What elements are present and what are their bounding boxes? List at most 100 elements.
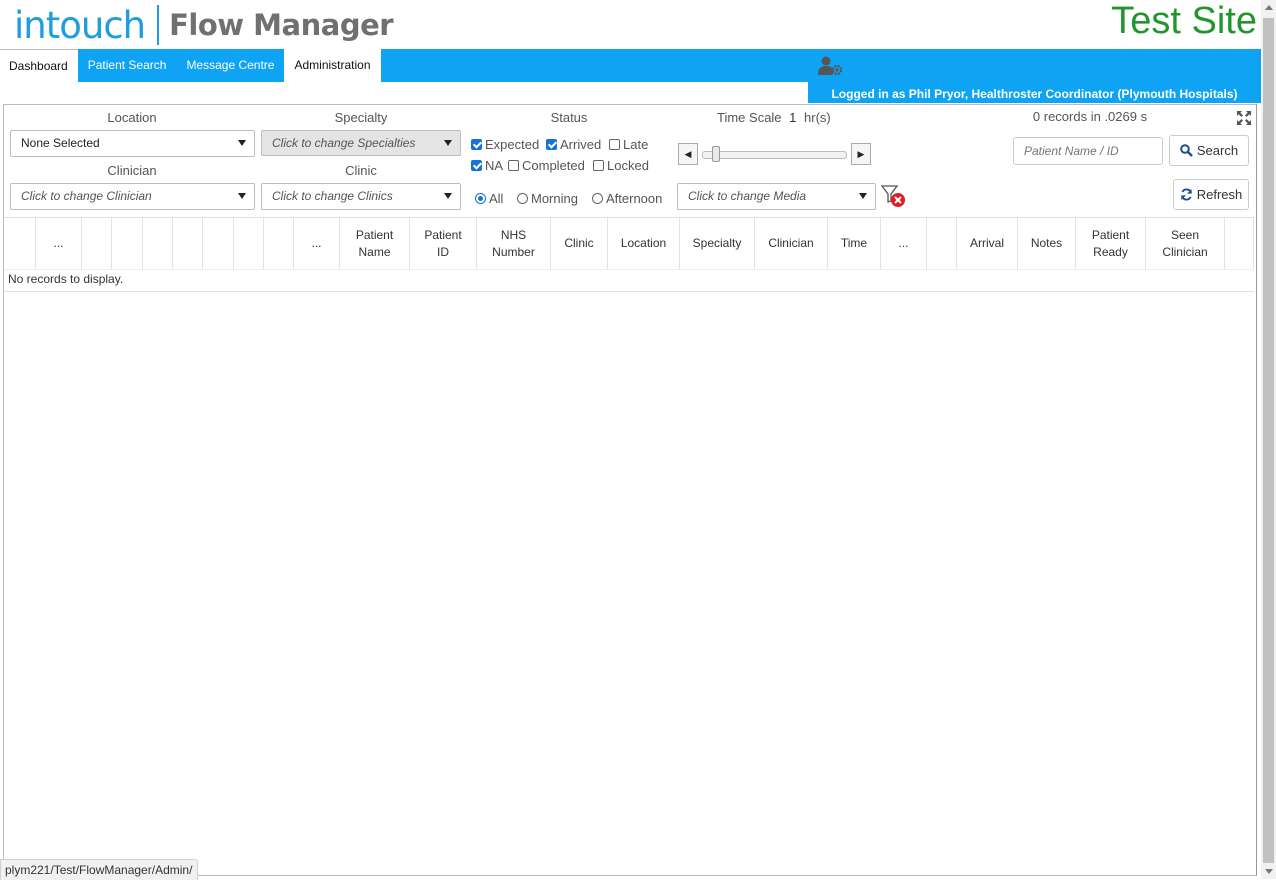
patient-search-input[interactable] — [1013, 137, 1163, 165]
column-header[interactable] — [4, 218, 36, 269]
vertical-scrollbar[interactable] — [1261, 0, 1276, 879]
clinic-dropdown[interactable]: Click to change Clinics — [261, 183, 461, 210]
checkbox-checked-icon — [546, 139, 557, 150]
column-nhs-number[interactable]: NHS Number — [477, 218, 551, 269]
location-label: Location — [107, 110, 157, 125]
period-morning-radio[interactable]: Morning — [517, 191, 578, 206]
time-scale-slider[interactable]: ◀ ▶ — [678, 143, 871, 167]
status-arrived-checkbox[interactable]: Arrived — [546, 137, 601, 152]
column-location[interactable]: Location — [608, 218, 680, 269]
column-arrival[interactable]: Arrival — [957, 218, 1018, 269]
status-locked-checkbox[interactable]: Locked — [593, 158, 649, 173]
location-value: None Selected — [21, 136, 100, 150]
status-na-checkbox[interactable]: NA — [471, 158, 503, 173]
period-afternoon-radio[interactable]: Afternoon — [592, 191, 662, 206]
logo-divider — [157, 5, 160, 45]
tab-message-centre[interactable]: Message Centre — [176, 49, 284, 82]
status-expected-label: Expected — [485, 137, 540, 152]
column-seen-clinician[interactable]: Seen Clinician — [1146, 218, 1225, 269]
location-dropdown[interactable]: None Selected — [10, 130, 255, 157]
column-header[interactable] — [203, 218, 234, 269]
time-scale-label: Time Scale 1 hr(s) — [717, 110, 831, 125]
column-header[interactable]: ... — [36, 218, 82, 269]
specialty-value: Click to change Specialties — [272, 136, 416, 150]
slider-handle[interactable] — [712, 146, 720, 162]
clinic-label: Clinic — [345, 163, 377, 178]
column-clinic[interactable]: Clinic — [551, 218, 608, 269]
column-clinician[interactable]: Clinician — [755, 218, 828, 269]
column-header[interactable]: ... — [881, 218, 927, 269]
column-patient-name[interactable]: Patient Name — [340, 218, 410, 269]
radio-selected-icon — [475, 193, 486, 204]
search-button[interactable]: Search — [1169, 135, 1249, 166]
chevron-down-icon — [238, 193, 246, 199]
column-time[interactable]: Time — [828, 218, 881, 269]
search-icon — [1180, 144, 1193, 157]
status-expected-checkbox[interactable]: Expected — [471, 137, 539, 152]
clear-filter-icon[interactable] — [881, 185, 907, 209]
column-header[interactable] — [1225, 218, 1254, 269]
column-header[interactable] — [112, 218, 143, 269]
period-all-radio[interactable]: All — [475, 191, 503, 206]
product-name: Flow Manager — [169, 8, 394, 42]
status-late-checkbox[interactable]: Late — [609, 137, 648, 152]
clinic-value: Click to change Clinics — [272, 189, 393, 203]
nav-bar: Dashboard Patient Search Message Centre … — [0, 49, 1261, 82]
column-specialty[interactable]: Specialty — [680, 218, 755, 269]
status-late-label: Late — [623, 137, 649, 152]
tab-administration[interactable]: Administration — [284, 49, 381, 82]
refresh-button[interactable]: Refresh — [1173, 179, 1249, 210]
checkbox-checked-icon — [471, 160, 482, 171]
period-all-label: All — [489, 191, 504, 206]
period-afternoon-label: Afternoon — [606, 191, 663, 206]
user-gear-icon[interactable] — [818, 55, 844, 77]
column-header[interactable] — [173, 218, 203, 269]
expand-icon[interactable] — [1236, 110, 1252, 126]
column-patient-ready[interactable]: Patient Ready — [1076, 218, 1146, 269]
checkbox-checked-icon — [471, 139, 482, 150]
status-completed-checkbox[interactable]: Completed — [508, 158, 585, 173]
specialty-label: Specialty — [334, 110, 388, 125]
time-scale-title: Time Scale — [717, 110, 782, 125]
column-header[interactable] — [82, 218, 112, 269]
specialty-dropdown[interactable]: Click to change Specialties — [261, 130, 461, 156]
column-patient-id[interactable]: Patient ID — [410, 218, 477, 269]
slider-right-arrow-icon[interactable]: ▶ — [851, 143, 871, 165]
clinician-label: Clinician — [107, 163, 157, 178]
refresh-icon — [1180, 188, 1192, 201]
empty-grid-message: No records to display. — [8, 272, 124, 286]
refresh-button-label: Refresh — [1196, 187, 1243, 202]
radio-icon — [592, 193, 603, 204]
radio-icon — [517, 193, 528, 204]
status-na-label: NA — [485, 158, 504, 173]
scrollbar-thumb[interactable] — [1263, 18, 1274, 863]
clinician-value: Click to change Clinician — [21, 189, 152, 203]
chevron-down-icon — [859, 193, 867, 199]
column-header[interactable]: ... — [294, 218, 340, 269]
tab-patient-search[interactable]: Patient Search — [78, 49, 177, 82]
time-scale-unit: hr(s) — [804, 110, 831, 125]
clinician-dropdown[interactable]: Click to change Clinician — [10, 183, 255, 210]
scroll-up-icon[interactable] — [1265, 5, 1273, 10]
logged-in-banner: Logged in as Phil Pryor, Healthroster Co… — [808, 82, 1261, 103]
column-notes[interactable]: Notes — [1018, 218, 1076, 269]
status-locked-label: Locked — [607, 158, 649, 173]
records-info: 0 records in .0269 s — [1032, 109, 1148, 124]
checkbox-icon — [593, 160, 604, 171]
column-header[interactable] — [927, 218, 957, 269]
nav-tabs: Dashboard Patient Search Message Centre … — [0, 49, 381, 82]
slider-left-arrow-icon[interactable]: ◀ — [678, 143, 698, 165]
column-header[interactable] — [143, 218, 173, 269]
period-morning-label: Morning — [531, 191, 578, 206]
tab-dashboard[interactable]: Dashboard — [0, 49, 78, 82]
scroll-down-icon[interactable] — [1265, 869, 1273, 874]
status-arrived-label: Arrived — [560, 137, 602, 152]
slider-track[interactable] — [702, 151, 847, 159]
time-scale-value: 1 — [789, 110, 797, 125]
brand-name: intouch — [14, 3, 146, 47]
grid-divider — [4, 291, 1254, 292]
media-dropdown[interactable]: Click to change Media — [677, 183, 876, 210]
column-header[interactable] — [234, 218, 264, 269]
chevron-down-icon — [444, 193, 452, 199]
column-header[interactable] — [264, 218, 294, 269]
